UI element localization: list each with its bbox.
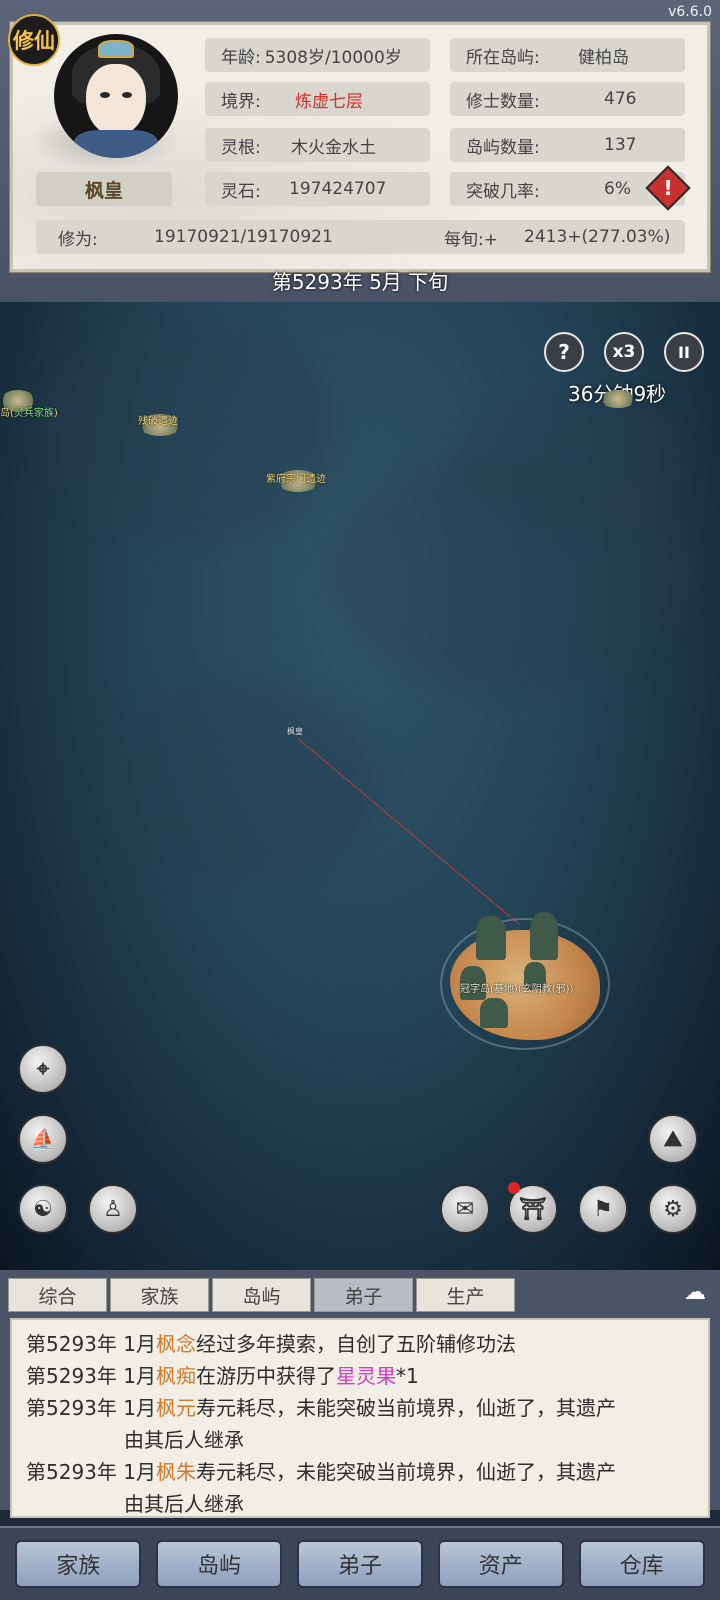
island-left-label-suffix: ) [53,408,58,419]
per-turn-label: 每旬:+ [444,229,498,250]
locate-target-icon[interactable]: ⌖ [18,1044,68,1094]
flag-icon[interactable]: ⚑ [578,1184,628,1234]
log-entry: 第5293年 1月枫痴在游历中获得了星灵果*1 [26,1360,696,1392]
per-turn-value: 2413+(277.03%) [524,227,671,247]
disciple-bust-icon[interactable]: ♙ [88,1184,138,1234]
log-entry-name: 枫念 [155,1332,196,1356]
stat-current-island-value: 健柏岛 [578,47,629,68]
log-entry-date: 第5293年 1月 [26,1460,156,1484]
log-entry-name: 枫痴 [155,1364,196,1388]
stat-spirit-stones-value: 197424707 [289,179,387,199]
tab-islands[interactable]: 岛屿 [212,1278,311,1312]
tab-production[interactable]: 生产 [416,1278,515,1312]
log-entry-text: 经过多年摸索，自创了五阶辅修功法 [195,1332,516,1356]
character-name[interactable]: 枫皇 [36,172,172,206]
event-log[interactable]: 第5293年 1月枫念经过多年摸索，自创了五阶辅修功法 第5293年 1月枫痴在… [10,1318,710,1518]
nav-warehouse-button[interactable]: 仓库 [578,1540,705,1588]
log-entry-text-continued: 由其后人继承 [124,1492,244,1516]
player-fleet-marker[interactable]: 枫皇 [287,726,303,737]
stat-islands-label: 岛屿数量: [466,137,540,158]
stat-age: 年龄: 5308岁/10000岁 [205,38,430,72]
log-entry-suffix: *1 [395,1364,419,1388]
cultivation-label: 修为: [58,229,98,250]
log-entry-date: 第5293年 1月 [26,1364,156,1388]
log-entry-text: 在游历中获得了 [195,1364,336,1388]
cultivation-bar: 修为: 19170921/19170921 每旬:+ 2413+(277.03%… [36,220,685,254]
stat-islands-value: 137 [604,135,637,155]
nav-assets-button[interactable]: 资产 [437,1540,564,1588]
bottom-nav: 家族 岛屿 弟子 资产 仓库 [0,1526,720,1600]
mountain-icon[interactable]: ⛰ [648,1114,698,1164]
log-tabs: 综合 家族 岛屿 弟子 生产 [8,1278,515,1312]
stat-realm-value: 炼虚七层 [295,91,363,112]
stat-breakthrough-label: 突破几率: [466,181,540,202]
game-badge[interactable]: 修仙 [8,14,60,66]
island-left-label[interactable]: 岛(灵兵家族) [0,404,58,419]
stat-spirit-root-label: 灵根: [221,137,261,158]
log-entry-item: 星灵果 [335,1364,396,1388]
status-header: v6.6.0 修仙 枫皇 年龄: 5308岁/10000岁 境界: 炼虚七层 灵… [0,0,720,302]
nav-disciples-button[interactable]: 弟子 [296,1540,423,1588]
event-log-panel: 综合 家族 岛屿 弟子 生产 ☁ 第5293年 1月枫念经过多年摸索，自创了五阶… [0,1270,720,1518]
stat-islands: 岛屿数量: 137 [450,128,685,162]
stat-realm-label: 境界: [221,91,261,112]
nav-family-button[interactable]: 家族 [15,1540,142,1588]
stat-spirit-stones: 灵石: 197424707 [205,172,430,206]
island-ruins-1-label[interactable]: 残破遗迹 [138,412,178,427]
log-entry-date: 第5293年 1月 [26,1332,156,1356]
stat-cultivators: 修士数量: 476 [450,82,685,116]
help-button[interactable]: ? [544,332,584,372]
island-left-label-clan: 灵兵家族 [13,408,54,419]
log-entry-name: 枫元 [155,1396,196,1420]
log-entry: 第5293年 1月枫元寿元耗尽，未能突破当前境界，仙逝了，其遗产 由其后人继承 [26,1392,696,1456]
nav-islands-button[interactable]: 岛屿 [156,1540,283,1588]
scroll-icon[interactable]: ✉ [440,1184,490,1234]
island-right[interactable] [600,390,636,408]
log-entry-text: 寿元耗尽，未能突破当前境界，仙逝了，其遗产 [195,1460,616,1484]
log-entry-date: 第5293年 1月 [26,1396,156,1420]
island-left-label-prefix: 岛( [0,408,14,419]
tab-disciples[interactable]: 弟子 [314,1278,413,1312]
log-entry-text-continued: 由其后人继承 [124,1428,244,1452]
log-entry: 第5293年 1月枫朱寿元耗尽，未能突破当前境界，仙逝了，其遗产 由其后人继承 [26,1456,696,1516]
stat-breakthrough-value: 6% [604,179,631,199]
stat-cultivators-label: 修士数量: [466,91,540,112]
log-entry-name: 枫朱 [155,1460,196,1484]
stat-spirit-root-value: 木火金水土 [291,137,376,158]
tab-family[interactable]: 家族 [110,1278,209,1312]
cloud-icon[interactable]: ☁ [684,1280,706,1305]
pause-button[interactable]: II [664,332,704,372]
home-island-label[interactable]: 冠字岛(基地)(玄阴教(邪)) [460,980,573,995]
gear-icon[interactable]: ⚙ [648,1184,698,1234]
version-label: v6.6.0 [668,4,712,20]
notification-dot [508,1182,520,1194]
stat-current-island: 所在岛屿: 健柏岛 [450,38,685,72]
log-entry: 第5293年 1月枫念经过多年摸索，自创了五阶辅修功法 [26,1328,696,1360]
stat-realm: 境界: 炼虚七层 [205,82,430,116]
stat-age-value: 5308岁/10000岁 [264,47,402,68]
stat-age-label: 年龄: [221,47,261,68]
stat-cultivators-value: 476 [604,89,637,109]
log-entry-text: 寿元耗尽，未能突破当前境界，仙逝了，其遗产 [195,1396,616,1420]
stat-current-island-label: 所在岛屿: [466,47,540,68]
speed-button[interactable]: x3 [604,332,644,372]
avatar[interactable] [54,34,178,158]
island-ruins-2-label[interactable]: 紫府宗门遗迹 [266,470,326,485]
stat-spirit-stones-label: 灵石: [221,181,261,202]
stat-spirit-root: 灵根: 木火金水土 [205,128,430,162]
tab-overview[interactable]: 综合 [8,1278,107,1312]
sea-map[interactable]: ? x3 II 36分钟9秒 岛(灵兵家族) 残破遗迹 紫府宗门遗迹 枫皇 冠字… [0,302,720,1270]
fleet-ship-icon[interactable]: ⛵ [18,1114,68,1164]
game-date: 第5293年 5月 下旬 [271,270,449,294]
array-formation-icon[interactable]: ☯ [18,1184,68,1234]
cultivation-value: 19170921/19170921 [154,227,333,247]
